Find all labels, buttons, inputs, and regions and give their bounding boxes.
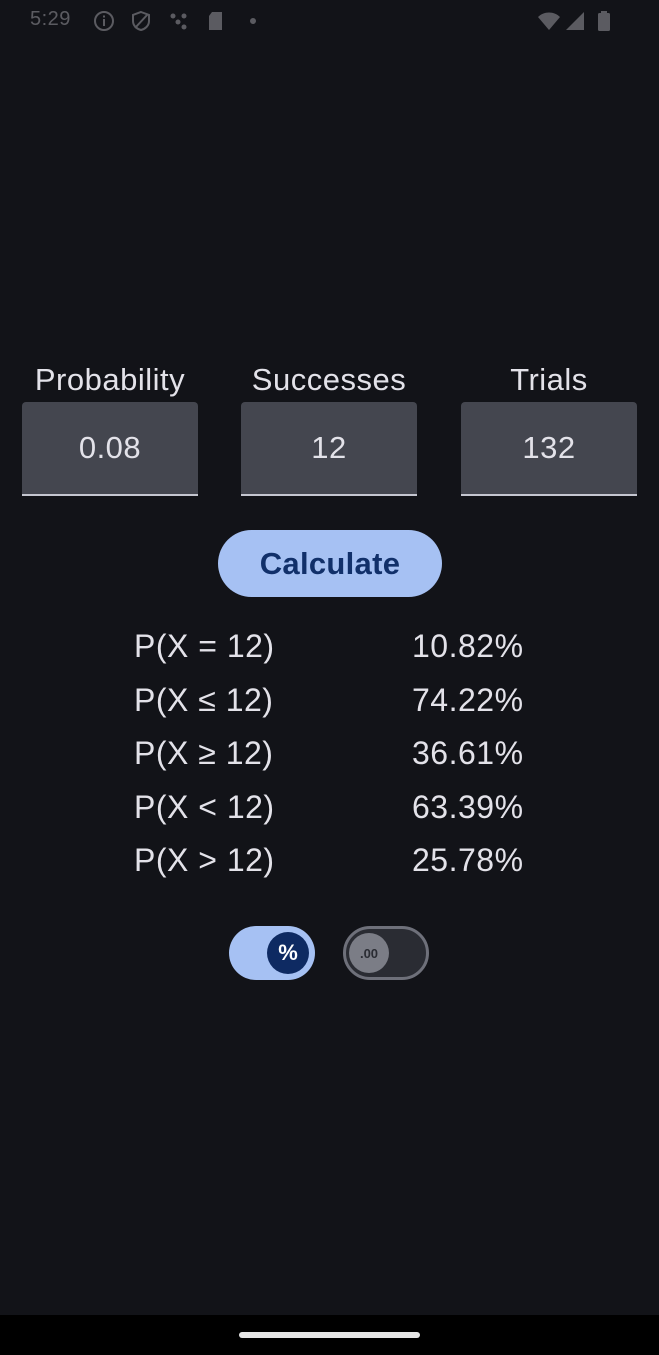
successes-label: Successes bbox=[251, 362, 407, 397]
result-row-equal: P(X = 12) 10.82% bbox=[0, 628, 659, 682]
result-value: 25.78% bbox=[412, 842, 524, 878]
trials-label: Trials bbox=[510, 362, 588, 397]
info-icon bbox=[93, 10, 115, 32]
results-list: P(X = 12) 10.82% P(X ≤ 12) 74.22% P(X ≥ … bbox=[0, 628, 659, 896]
probability-input[interactable] bbox=[22, 402, 198, 494]
shield-icon bbox=[130, 10, 152, 32]
result-value: 10.82% bbox=[412, 628, 524, 664]
app-screen: 5:29 Probability Successes Trials 0.08 1… bbox=[0, 0, 659, 1355]
decimal-icon: .00 bbox=[349, 933, 389, 973]
successes-input[interactable] bbox=[241, 402, 417, 494]
sd-card-icon bbox=[205, 10, 227, 32]
percent-toggle[interactable]: % bbox=[229, 926, 315, 980]
status-bar: 5:29 bbox=[0, 0, 659, 44]
calculate-button[interactable]: Calculate bbox=[218, 530, 442, 597]
trials-field[interactable] bbox=[461, 402, 637, 496]
result-row-less-equal: P(X ≤ 12) 74.22% bbox=[0, 682, 659, 736]
probability-field[interactable] bbox=[22, 402, 198, 496]
wifi-icon bbox=[537, 10, 560, 32]
result-label: P(X < 12) bbox=[134, 788, 275, 825]
result-row-greater: P(X > 12) 25.78% bbox=[0, 842, 659, 896]
result-row-greater-equal: P(X ≥ 12) 36.61% bbox=[0, 735, 659, 789]
dot-icon bbox=[246, 10, 268, 32]
result-label: P(X ≥ 12) bbox=[134, 735, 274, 771]
status-time: 5:29 bbox=[30, 8, 71, 30]
dots-icon bbox=[168, 10, 190, 32]
battery-icon bbox=[596, 10, 618, 32]
percent-icon: % bbox=[267, 932, 309, 974]
result-label: P(X = 12) bbox=[134, 628, 275, 664]
probability-label: Probability bbox=[34, 362, 186, 397]
result-value: 63.39% bbox=[412, 788, 524, 825]
navigation-bar bbox=[0, 1315, 659, 1355]
signal-icon bbox=[564, 10, 586, 32]
home-indicator[interactable] bbox=[239, 1332, 420, 1338]
decimal-toggle[interactable]: .00 bbox=[343, 926, 429, 980]
result-value: 36.61% bbox=[412, 735, 524, 771]
result-row-less: P(X < 12) 63.39% bbox=[0, 789, 659, 843]
result-label: P(X ≤ 12) bbox=[134, 681, 274, 718]
successes-field[interactable] bbox=[241, 402, 417, 496]
trials-input[interactable] bbox=[461, 402, 637, 494]
result-value: 74.22% bbox=[412, 681, 524, 718]
result-label: P(X > 12) bbox=[134, 842, 275, 878]
